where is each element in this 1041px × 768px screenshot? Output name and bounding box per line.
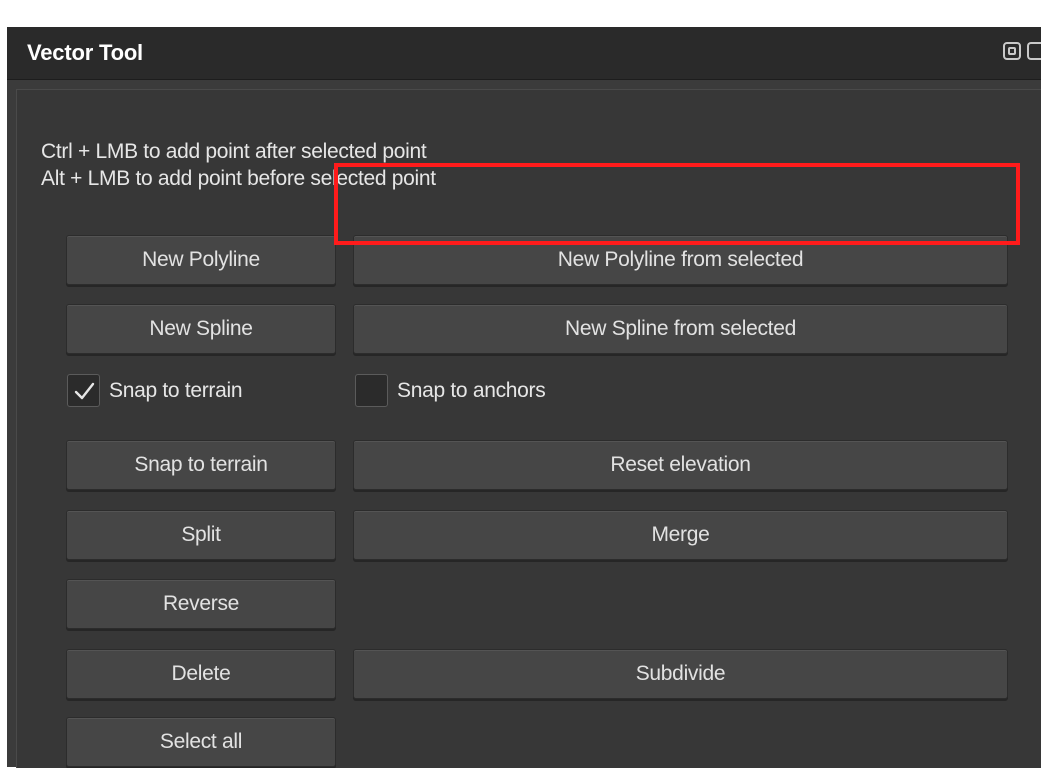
split-button[interactable]: Split [66,510,336,560]
snap-to-terrain-checkbox[interactable]: Snap to terrain [67,374,243,407]
tool-panel: Ctrl + LMB to add point after selected p… [16,89,1041,768]
close-icon[interactable] [1027,42,1041,60]
hint-add-before: Alt + LMB to add point before selected p… [41,167,436,190]
vector-tool-window: Vector Tool Ctrl + LMB to add point afte… [7,27,1041,768]
new-polyline-from-selected-button[interactable]: New Polyline from selected [353,235,1008,285]
select-all-button[interactable]: Select all [66,717,336,767]
new-spline-button[interactable]: New Spline [66,304,336,354]
checkmark-icon [74,382,94,399]
merge-button[interactable]: Merge [353,510,1008,560]
float-window-icon[interactable] [1003,42,1021,60]
delete-button[interactable]: Delete [66,649,336,699]
new-spline-from-selected-button[interactable]: New Spline from selected [353,304,1008,354]
hint-add-after: Ctrl + LMB to add point after selected p… [41,140,427,163]
reverse-button[interactable]: Reverse [66,579,336,629]
title-bar: Vector Tool [7,27,1041,80]
snap-to-anchors-checkbox-box[interactable] [355,374,388,407]
reset-elevation-button[interactable]: Reset elevation [353,440,1008,490]
window-title: Vector Tool [27,40,143,65]
snap-to-terrain-checkbox-box[interactable] [67,374,100,407]
subdivide-button[interactable]: Subdivide [353,649,1008,699]
new-polyline-button[interactable]: New Polyline [66,235,336,285]
snap-to-anchors-label: Snap to anchors [397,378,546,402]
snap-to-terrain-label: Snap to terrain [109,378,243,402]
snap-to-anchors-checkbox[interactable]: Snap to anchors [355,374,546,407]
snap-to-terrain-button[interactable]: Snap to terrain [66,440,336,490]
